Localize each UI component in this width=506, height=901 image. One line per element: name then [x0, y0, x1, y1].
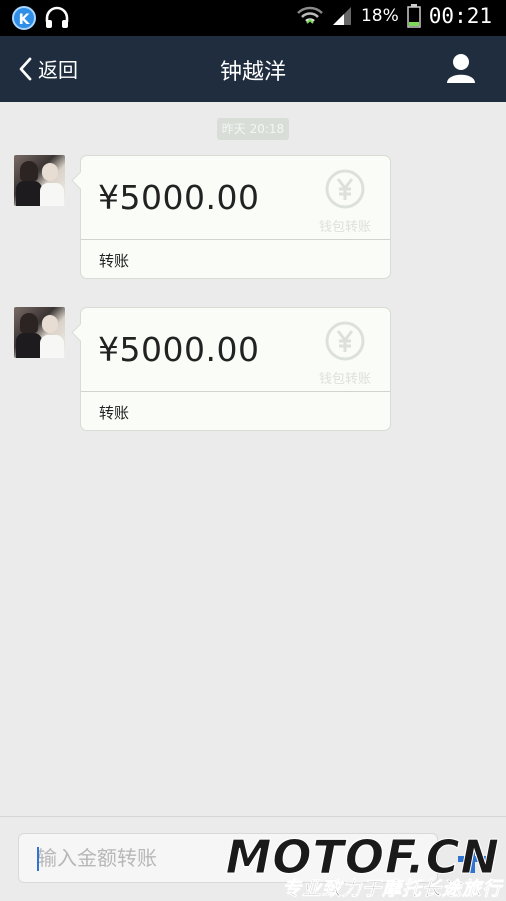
- transfer-amount: ¥5000.00: [98, 330, 260, 369]
- yuan-coin-icon: [325, 321, 365, 361]
- profile-button[interactable]: [446, 52, 476, 88]
- text-cursor: [37, 847, 39, 871]
- status-bar: K 18% 00:21: [0, 0, 506, 36]
- transfer-card[interactable]: ¥5000.00 钱包转账 转账: [80, 307, 391, 431]
- yuan-coin-icon: [325, 169, 365, 209]
- battery-percent: 18%: [360, 6, 399, 26]
- status-time: 00:21: [428, 4, 492, 28]
- chat-timestamp: 昨天 20:18: [217, 118, 289, 140]
- amount-input[interactable]: [18, 833, 438, 883]
- transfer-card[interactable]: ¥5000.00 钱包转账 转账: [80, 155, 391, 279]
- transfer-caption: 转账: [99, 252, 130, 270]
- input-bar: [0, 816, 506, 901]
- kugou-app-icon: K: [12, 6, 36, 30]
- card-divider: [81, 239, 390, 240]
- avatar[interactable]: [14, 155, 65, 206]
- avatar[interactable]: [14, 307, 65, 358]
- card-divider: [81, 391, 390, 392]
- headphones-icon: [45, 6, 69, 28]
- nav-bar: 返回 钟越洋: [0, 36, 506, 102]
- user-icon: [447, 54, 475, 83]
- signal-icon: [332, 7, 351, 25]
- transfer-caption: 转账: [99, 404, 130, 422]
- wallet-transfer-label: 钱包转账: [318, 220, 371, 235]
- plus-icon[interactable]: [456, 843, 488, 875]
- wifi-icon: [297, 6, 323, 24]
- page-title: 钟越洋: [219, 60, 286, 85]
- wallet-transfer-label: 钱包转账: [318, 372, 371, 387]
- battery-icon: [407, 4, 421, 28]
- transfer-amount: ¥5000.00: [98, 178, 260, 217]
